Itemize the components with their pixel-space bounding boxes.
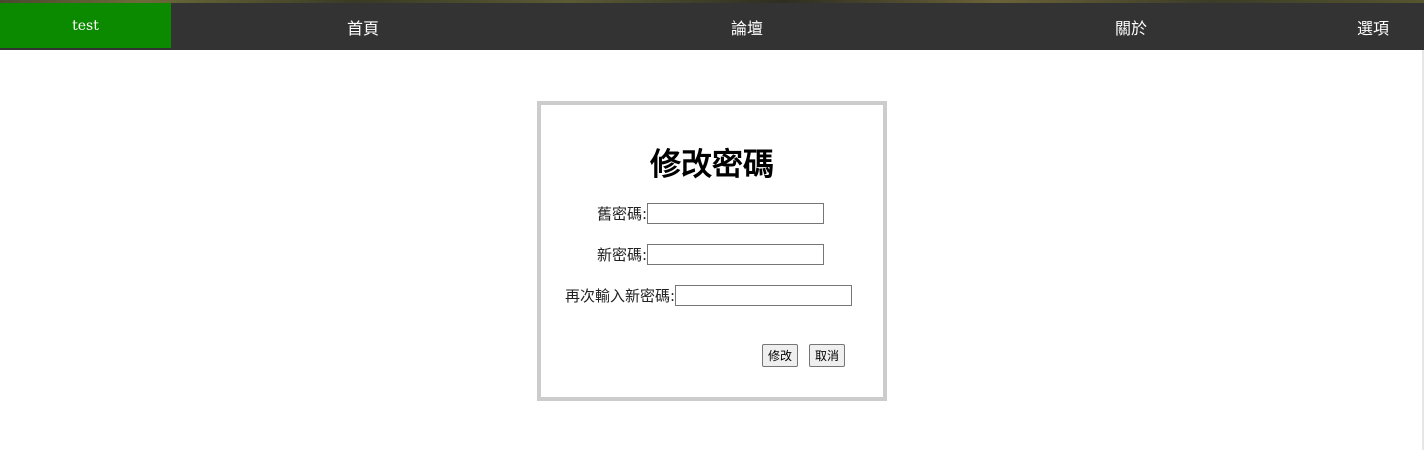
old-password-row: 舊密碼: xyxy=(597,203,825,224)
navbar: test 首頁 論壇 關於 選項 xyxy=(0,3,1424,50)
nav-item-forum[interactable]: 論壇 xyxy=(555,3,939,50)
new-password-row: 新密碼: xyxy=(597,244,825,265)
nav-item-options[interactable]: 選項 xyxy=(1323,3,1423,50)
nav-user-button[interactable]: test xyxy=(0,3,171,48)
new-password-input[interactable] xyxy=(647,244,825,265)
old-password-label: 舊密碼: xyxy=(597,205,648,223)
nav-item-home[interactable]: 首頁 xyxy=(171,3,555,50)
page-title: 修改密碼 xyxy=(650,147,774,183)
confirm-password-input[interactable] xyxy=(675,285,853,306)
confirm-password-row: 再次輸入新密碼: xyxy=(565,285,853,306)
nav-item-about[interactable]: 關於 xyxy=(939,3,1323,50)
old-password-input[interactable] xyxy=(647,203,825,224)
change-password-card: 修改密碼 舊密碼: 新密碼: 再次輸入新密碼: 修改 取消 xyxy=(537,101,887,401)
new-password-label: 新密碼: xyxy=(597,246,648,264)
confirm-password-label: 再次輸入新密碼: xyxy=(565,287,676,305)
cancel-button[interactable]: 取消 xyxy=(809,344,846,367)
modify-button[interactable]: 修改 xyxy=(762,344,799,367)
